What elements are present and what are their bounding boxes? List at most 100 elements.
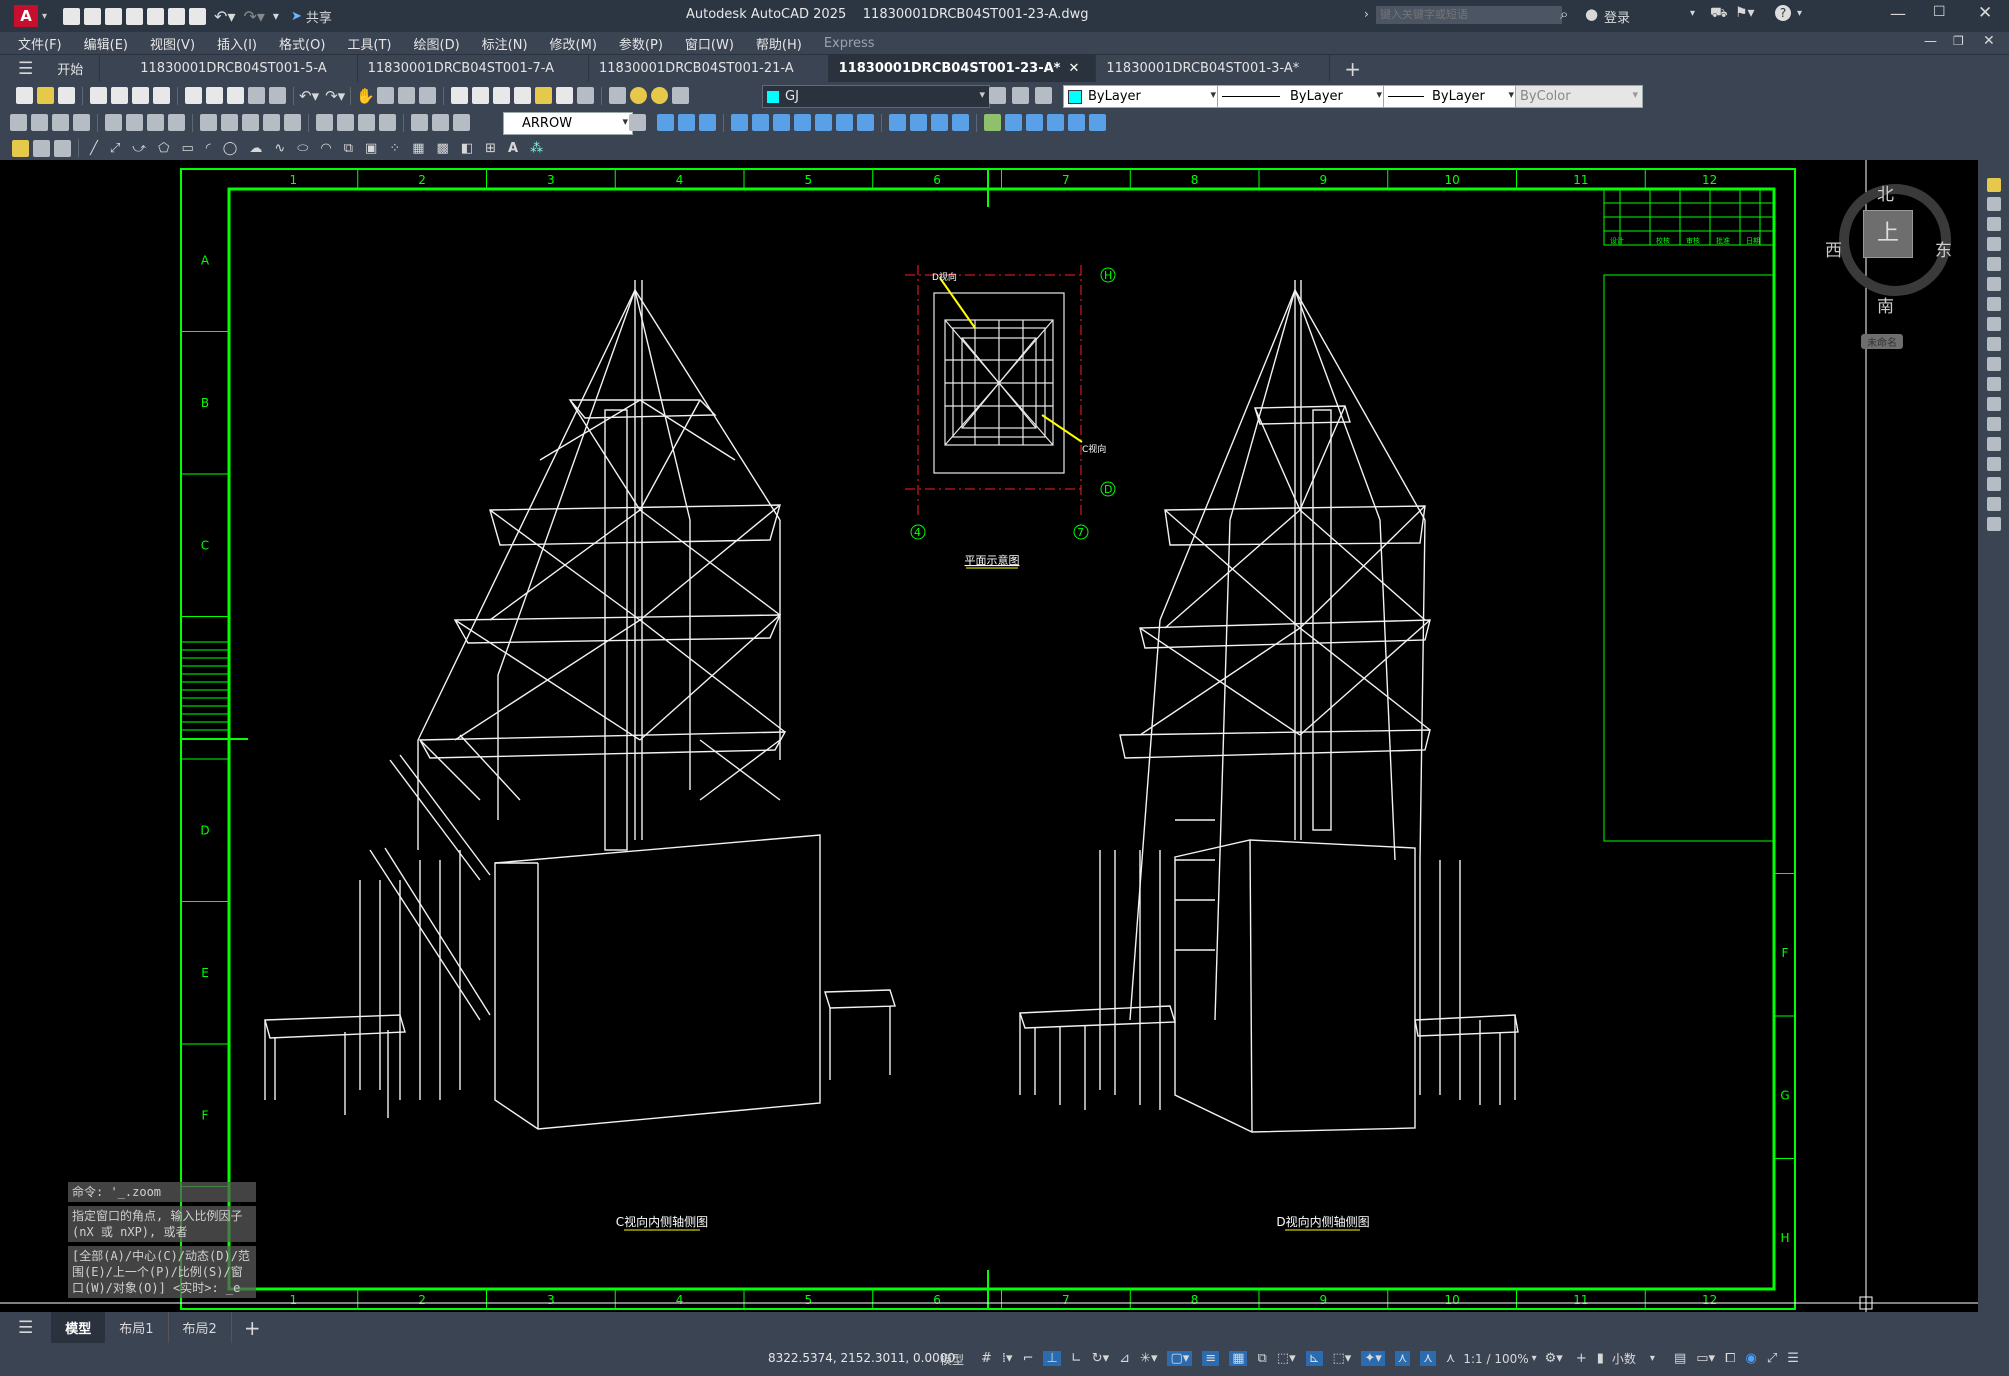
dim-baseline-icon[interactable]	[221, 114, 238, 131]
customize-qat-icon[interactable]: ▾	[273, 9, 279, 23]
tab-model[interactable]: 模型	[51, 1312, 106, 1343]
dim-linear-icon[interactable]	[10, 114, 27, 131]
layer-match-icon[interactable]	[1035, 87, 1052, 104]
line-icon[interactable]: ╱	[90, 141, 98, 156]
save-tb-icon[interactable]	[58, 87, 75, 104]
view-3d-3-icon[interactable]	[699, 114, 716, 131]
dynamic-input-icon[interactable]: ⊥	[1043, 1351, 1061, 1366]
workspace-icon[interactable]: ⚙▾	[1545, 1351, 1563, 1366]
selection-cycling-icon[interactable]: ⧉	[1257, 1351, 1266, 1366]
autocad-logo-icon[interactable]: A	[14, 5, 38, 27]
hamburger-menu-icon[interactable]: ☰	[18, 59, 33, 79]
dimstyle-manager-icon[interactable]	[629, 114, 646, 131]
quick-properties-icon[interactable]: ▤	[1674, 1351, 1686, 1366]
blend-icon[interactable]	[1986, 497, 2001, 511]
offset-icon[interactable]	[1986, 237, 2001, 251]
ucs-origin-icon[interactable]	[773, 114, 790, 131]
grid-icon[interactable]: #	[981, 1351, 992, 1366]
break-point-icon[interactable]	[1986, 397, 2001, 411]
dim-update-icon[interactable]	[453, 114, 470, 131]
lock-ui-icon[interactable]: ▭▾	[1696, 1351, 1715, 1366]
table-icon[interactable]: ⊞	[485, 141, 496, 156]
make-current-icon[interactable]	[989, 87, 1006, 104]
circle-icon[interactable]: ◯	[223, 141, 238, 156]
share-button[interactable]: 共享	[306, 7, 332, 26]
dim-jogged-icon[interactable]	[126, 114, 143, 131]
polygon-icon[interactable]: ⬠	[158, 141, 169, 156]
edit-block-icon[interactable]	[54, 139, 71, 157]
tab-file-21[interactable]: 11830001DRCB04ST001-21-A	[589, 55, 829, 82]
close-tab-icon[interactable]: ✕	[1068, 61, 1079, 76]
object-snap-icon[interactable]: ▢▾	[1167, 1351, 1193, 1366]
wcs-menu[interactable]: 未命名	[1861, 334, 1903, 349]
spline-icon[interactable]: ∿	[274, 141, 285, 156]
3d-osnap-icon[interactable]: ⬚▾	[1277, 1351, 1296, 1366]
join-icon[interactable]	[1986, 437, 2001, 451]
zoom-window-icon[interactable]	[397, 87, 415, 104]
zoom-realtime-icon[interactable]	[376, 87, 394, 104]
pan-icon[interactable]: ✋	[356, 87, 375, 105]
linetype-dropdown[interactable]: ByLayer ▾	[1217, 85, 1387, 108]
menu-file[interactable]: 文件(F)	[18, 34, 62, 53]
publish-tb-icon[interactable]	[132, 87, 149, 104]
ortho-icon[interactable]: ∟	[1071, 1351, 1082, 1366]
copy-icon[interactable]	[206, 87, 223, 104]
selection-filter-icon[interactable]: ⬚▾	[1333, 1351, 1352, 1366]
layer-dropdown[interactable]: GJ ▾	[762, 85, 990, 108]
print-icon[interactable]	[189, 7, 207, 25]
layer-properties-icon[interactable]	[608, 87, 626, 104]
compass-south[interactable]: 南	[1877, 292, 1894, 317]
menu-insert[interactable]: 插入(I)	[217, 34, 257, 53]
explode-icon[interactable]	[1986, 517, 2001, 531]
share-icon[interactable]: ➤	[291, 9, 302, 24]
quick-dim-icon[interactable]	[200, 114, 217, 131]
ucs-icon[interactable]	[731, 114, 748, 131]
plot-preview-icon[interactable]	[111, 87, 128, 104]
menu-dimension[interactable]: 标注(N)	[482, 34, 528, 53]
save-as-icon[interactable]	[126, 7, 144, 25]
compass-west[interactable]: 西	[1825, 236, 1842, 261]
gizmo-icon[interactable]: ✦▾	[1361, 1351, 1385, 1366]
menu-edit[interactable]: 编辑(E)	[84, 34, 128, 53]
region-icon[interactable]: ◧	[461, 141, 473, 156]
menu-modify[interactable]: 修改(M)	[550, 34, 597, 53]
tolerance-icon[interactable]	[316, 114, 333, 131]
solid-wedge-icon[interactable]	[910, 114, 927, 131]
array-icon[interactable]	[1986, 257, 2001, 271]
isolate-objects-icon[interactable]: ⧠	[1725, 1351, 1735, 1366]
mtext-icon[interactable]: A	[508, 141, 518, 156]
tab-file-3[interactable]: 11830001DRCB04ST001-3-A*	[1096, 55, 1331, 82]
construction-line-icon[interactable]: ⤢	[110, 141, 120, 156]
ucs-world-icon[interactable]	[752, 114, 769, 131]
viewcube-top-face[interactable]: 上	[1863, 210, 1913, 258]
dim-ordinate-icon[interactable]	[73, 114, 90, 131]
ellipse-icon[interactable]: ⬭	[297, 141, 308, 156]
graphics-performance-icon[interactable]: ◉	[1745, 1351, 1756, 1366]
undo-icon[interactable]: ↶▾	[214, 7, 235, 26]
color-dropdown[interactable]: ByLayer ▾	[1063, 85, 1221, 108]
break-icon[interactable]	[1986, 417, 2001, 431]
layer-on-icon[interactable]	[629, 87, 647, 104]
login-dropdown-icon[interactable]: ▾	[1690, 8, 1695, 19]
import-icon[interactable]	[168, 7, 186, 25]
jogged-linear-icon[interactable]	[379, 114, 396, 131]
dim-continue-icon[interactable]	[242, 114, 259, 131]
publish-icon[interactable]	[147, 7, 165, 25]
customize-status-icon[interactable]: ☰	[1787, 1351, 1799, 1366]
center-mark-icon[interactable]	[337, 114, 354, 131]
extend-icon[interactable]	[1986, 377, 2001, 391]
material-icon[interactable]	[1047, 114, 1064, 131]
help-tb-icon[interactable]	[576, 87, 594, 104]
light-icon[interactable]	[1026, 114, 1043, 131]
hatch-icon[interactable]: ▦	[412, 141, 424, 156]
trim-icon[interactable]	[1986, 357, 2001, 371]
menu-view[interactable]: 视图(V)	[150, 34, 195, 53]
quickcalc-icon[interactable]	[555, 87, 573, 104]
erase-icon[interactable]	[1986, 178, 2001, 192]
move-icon[interactable]	[1986, 277, 2001, 291]
rotate-icon[interactable]	[1986, 297, 2001, 311]
plotstyle-dropdown[interactable]: ByColor ▾	[1515, 85, 1643, 108]
draw-order-icon[interactable]	[12, 139, 29, 157]
units-icon[interactable]: ▮	[1597, 1351, 1604, 1366]
point-icon[interactable]: ⁘	[389, 141, 400, 156]
